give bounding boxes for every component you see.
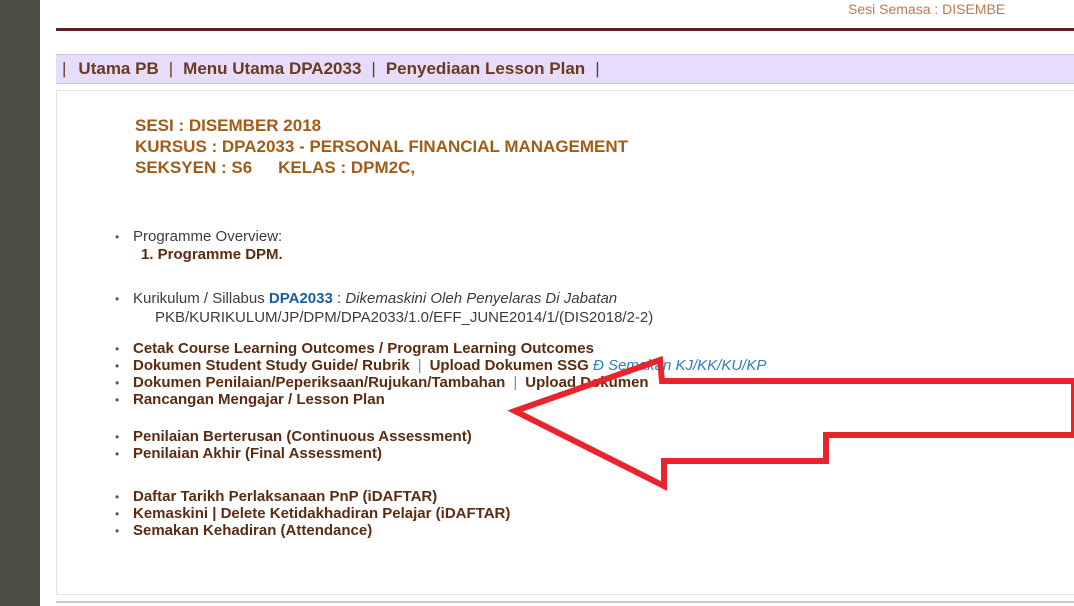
bullet: • [115, 359, 120, 373]
list-item-final-assessment: • Penilaian Akhir (Final Assessment) [115, 445, 382, 463]
bullet: • [115, 376, 120, 390]
bullet: • [115, 507, 120, 521]
upload-ssg-link[interactable]: Upload Dokumen SSG [430, 357, 589, 374]
class-label: KELAS : DPM2C, [278, 158, 416, 177]
list-item-cetak: • Cetak Course Learning Outcomes / Progra… [115, 340, 594, 358]
bullet: • [115, 230, 120, 244]
bullet: • [115, 393, 120, 407]
nav-link-menu-utama[interactable]: Menu Utama DPA2033 [183, 59, 361, 79]
semakan-kehadiran-link[interactable]: Semakan Kehadiran (Attendance) [133, 522, 372, 539]
kemaskini-delete-link[interactable]: Kemaskini | Delete Ketidakhadiran Pelaja… [133, 505, 510, 522]
cetak-clo-plo-link[interactable]: Cetak Course Learning Outcomes / Program… [133, 340, 594, 357]
list-item-daftar: • Daftar Tarikh Perlaksanaan PnP (iDAFTAR… [115, 488, 437, 506]
nav-separator: | [62, 59, 67, 78]
footer-divider [56, 601, 1074, 603]
list-item-lesson-plan: • Rancangan Mengajar / Lesson Plan [115, 391, 385, 409]
session-title: SESI : DISEMBER 2018 [135, 116, 322, 135]
breadcrumb-nav: | Utama PB | Menu Utama DPA2033 | Penyed… [56, 54, 1074, 84]
lesson-plan-link[interactable]: Rancangan Mengajar / Lesson Plan [133, 391, 385, 408]
header-divider [56, 28, 1074, 31]
bullet: • [115, 342, 120, 356]
bullet: • [115, 524, 120, 538]
list-item-semakan: • Semakan Kehadiran (Attendance) [115, 522, 372, 540]
course-info: SESI : DISEMBER 2018 KURSUS : DPA2033 - … [135, 115, 628, 178]
bullet: • [115, 490, 120, 504]
current-session-label: Sesi Semasa : DISEMBE [848, 1, 1006, 17]
continuous-assessment-link[interactable]: Penilaian Berterusan (Continuous Assessm… [133, 428, 472, 445]
kurikulum-note: Dikemaskini Oleh Penyelaras Di Jabatan [345, 290, 618, 307]
separator: | [513, 374, 518, 391]
final-assessment-link[interactable]: Penilaian Akhir (Final Assessment) [133, 445, 382, 462]
kurikulum-label: Kurikulum / Sillabus [133, 290, 265, 307]
bullet: • [115, 292, 120, 306]
nav-separator: | [595, 59, 600, 78]
daftar-tarikh-link[interactable]: Daftar Tarikh Perlaksanaan PnP (iDAFTAR) [133, 488, 437, 505]
separator: | [417, 357, 422, 374]
programme-dpm-link[interactable]: 1. Programme DPM. [141, 246, 283, 263]
upload-dokumen-link[interactable]: Upload Dokumen [525, 374, 648, 391]
list-item-kurikulum: • Kurikulum / Sillabus DPA2033 : Dikemask… [115, 290, 617, 308]
bullet: • [115, 447, 120, 461]
list-item-kemaskini: • Kemaskini | Delete Ketidakhadiran Pelaj… [115, 505, 510, 523]
section-label: SEKSYEN : S6 [135, 158, 253, 177]
nav-link-lesson-plan[interactable]: Penyediaan Lesson Plan [386, 59, 585, 79]
programme-sub-item: 1. Programme DPM. [141, 246, 283, 263]
bullet: • [115, 430, 120, 444]
list-item-continuous-assessment: • Penilaian Berterusan (Continuous Assess… [115, 428, 472, 446]
list-item-programme-overview: • Programme Overview: [115, 228, 282, 246]
list-item-ssg: • Dokumen Student Study Guide/ Rubrik | Upl… [115, 357, 766, 375]
nav-separator: | [168, 59, 174, 78]
left-sidebar-strip [0, 0, 40, 606]
kurikulum-colon: : [337, 290, 342, 307]
list-item-penilaian-doc: • Dokumen Penilaian/Peperiksaan/Rujukan/T… [115, 374, 649, 392]
content-panel: SESI : DISEMBER 2018 KURSUS : DPA2033 - … [56, 90, 1074, 595]
programme-overview-label: Programme Overview: [133, 228, 283, 245]
semakan-kj-link[interactable]: Đ Semakan KJ/KK/KU/KP [593, 357, 766, 374]
nav-separator: | [371, 59, 376, 78]
section-class: SEKSYEN : S6 KELAS : DPM2C, [135, 157, 628, 178]
kurikulum-reference: PKB/KURIKULUM/JP/DPM/DPA2033/1.0/EFF_JUN… [155, 309, 654, 326]
course-title: KURSUS : DPA2033 - PERSONAL FINANCIAL MA… [135, 137, 629, 156]
ssg-document-link[interactable]: Dokumen Student Study Guide/ Rubrik [133, 357, 410, 374]
nav-link-utama-pb[interactable]: Utama PB [78, 59, 158, 79]
penilaian-document-link[interactable]: Dokumen Penilaian/Peperiksaan/Rujukan/Ta… [133, 374, 505, 391]
kurikulum-code-link[interactable]: DPA2033 [269, 290, 333, 307]
